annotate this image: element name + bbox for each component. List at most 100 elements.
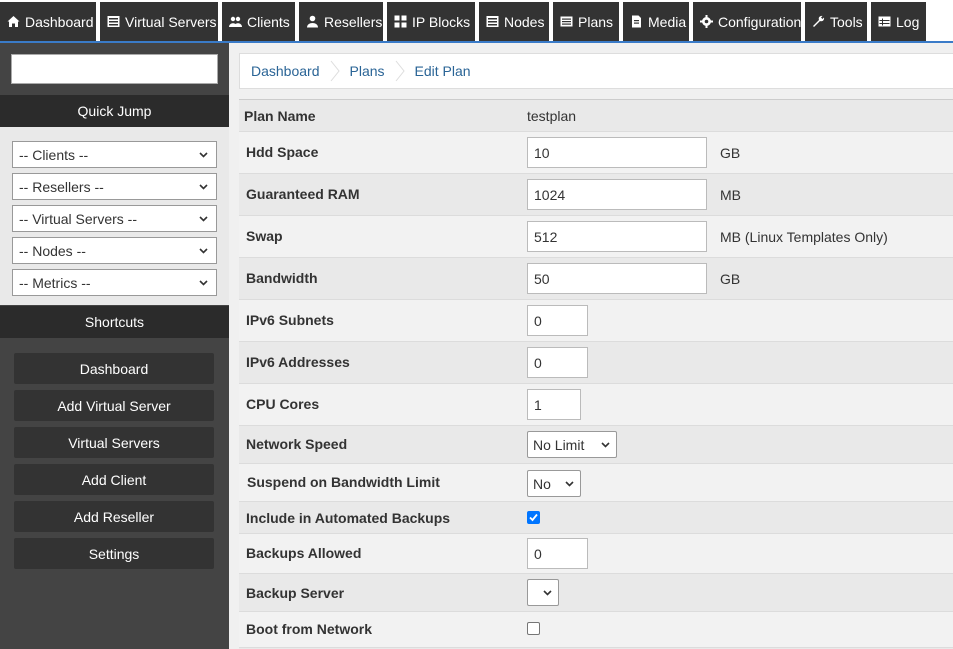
shortcut-virtual-servers-button[interactable]: Virtual Servers bbox=[14, 427, 214, 458]
boot-network-checkbox[interactable] bbox=[527, 622, 540, 635]
shortcut-add-client-button[interactable]: Add Client bbox=[14, 464, 214, 495]
backup-server-select[interactable] bbox=[527, 579, 559, 606]
chevron-down-icon bbox=[543, 590, 552, 596]
top-nav: Dashboard Virtual Servers Clients Resell… bbox=[0, 0, 953, 43]
breadcrumb-separator-icon bbox=[328, 60, 342, 82]
quick-jump-header: Quick Jump bbox=[0, 95, 229, 127]
breadcrumb-separator-icon bbox=[393, 60, 407, 82]
breadcrumb: Dashboard Plans Edit Plan bbox=[239, 53, 953, 89]
nav-tab-label: Log bbox=[896, 13, 920, 30]
breadcrumb-edit-plan-link[interactable]: Edit Plan bbox=[415, 63, 471, 79]
backups-allowed-label: Backups Allowed bbox=[246, 545, 362, 561]
shortcut-add-virtual-server-button[interactable]: Add Virtual Server bbox=[14, 390, 214, 421]
main-content: Dashboard Plans Edit Plan Plan Name test… bbox=[229, 43, 953, 649]
form-row-plan-name: Plan Name testplan bbox=[239, 100, 953, 132]
form-row-cpu-cores: CPU Cores 1 bbox=[239, 384, 953, 426]
suspend-bandwidth-label: Suspend on Bandwidth Limit bbox=[247, 474, 440, 490]
nav-tab-plans[interactable]: Plans bbox=[553, 2, 619, 41]
quick-jump-clients-select[interactable]: -- Clients -- bbox=[12, 141, 217, 168]
nav-tab-log[interactable]: Log bbox=[871, 2, 926, 41]
nav-tab-label: Resellers bbox=[324, 13, 383, 30]
nav-tab-resellers[interactable]: Resellers bbox=[299, 2, 383, 41]
hdd-space-input[interactable]: 10 bbox=[527, 137, 707, 168]
form-row-hdd-space: Hdd Space 10 GB bbox=[239, 132, 953, 174]
chevron-down-icon bbox=[199, 248, 208, 254]
breadcrumb-dashboard-link[interactable]: Dashboard bbox=[251, 63, 320, 79]
checkmark-icon bbox=[529, 513, 538, 522]
suspend-bandwidth-select[interactable]: No bbox=[527, 470, 581, 497]
edit-plan-form: Plan Name testplan Hdd Space 10 GB Guara… bbox=[239, 99, 953, 649]
form-row-swap: Swap 512 MB (Linux Templates Only) bbox=[239, 216, 953, 258]
network-speed-label: Network Speed bbox=[246, 436, 348, 452]
chevron-down-icon bbox=[199, 152, 208, 158]
bandwidth-label: Bandwidth bbox=[246, 270, 318, 286]
select-value: -- Metrics -- bbox=[19, 274, 91, 291]
automated-backups-checkbox[interactable] bbox=[527, 511, 540, 524]
table-icon bbox=[878, 15, 891, 28]
plan-name-label: Plan Name bbox=[244, 108, 316, 124]
nav-tab-label: Media bbox=[648, 13, 687, 30]
quick-jump-nodes-select[interactable]: -- Nodes -- bbox=[12, 237, 217, 264]
bandwidth-input[interactable]: 50 bbox=[527, 263, 707, 294]
guaranteed-ram-label: Guaranteed RAM bbox=[246, 186, 360, 202]
swap-label: Swap bbox=[246, 228, 283, 244]
ipv6-addresses-input[interactable]: 0 bbox=[527, 347, 588, 378]
nav-tab-label: Clients bbox=[247, 13, 290, 30]
chevron-down-icon bbox=[199, 280, 208, 286]
form-row-network-speed: Network Speed No Limit bbox=[239, 426, 953, 464]
form-row-bandwidth: Bandwidth 50 GB bbox=[239, 258, 953, 300]
ipv6-subnets-input[interactable]: 0 bbox=[527, 305, 588, 336]
cpu-cores-label: CPU Cores bbox=[246, 396, 320, 412]
home-icon bbox=[7, 15, 20, 28]
swap-input[interactable]: 512 bbox=[527, 221, 707, 252]
sidebar: Quick Jump -- Clients -- -- Resellers --… bbox=[0, 43, 229, 649]
nav-tab-clients[interactable]: Clients bbox=[222, 2, 295, 41]
nav-tab-label: IP Blocks bbox=[412, 13, 471, 30]
search-input[interactable] bbox=[11, 54, 218, 84]
network-speed-select[interactable]: No Limit bbox=[527, 431, 617, 458]
shortcut-settings-button[interactable]: Settings bbox=[14, 538, 214, 569]
shortcut-add-reseller-button[interactable]: Add Reseller bbox=[14, 501, 214, 532]
guaranteed-ram-unit: MB bbox=[720, 187, 741, 203]
nav-tab-virtual-servers[interactable]: Virtual Servers bbox=[100, 2, 218, 41]
backup-server-label: Backup Server bbox=[246, 585, 345, 601]
nav-tab-label: Dashboard bbox=[25, 13, 94, 30]
guaranteed-ram-input[interactable]: 1024 bbox=[527, 179, 707, 210]
nav-tab-tools[interactable]: Tools bbox=[805, 2, 867, 41]
grid-icon bbox=[394, 15, 407, 28]
chevron-down-icon bbox=[601, 442, 610, 448]
gear-icon bbox=[700, 15, 713, 28]
users-icon bbox=[229, 15, 242, 28]
quick-jump-metrics-select[interactable]: -- Metrics -- bbox=[12, 269, 217, 296]
nav-tab-ip-blocks[interactable]: IP Blocks bbox=[387, 2, 475, 41]
form-row-automated-backups: Include in Automated Backups bbox=[239, 502, 953, 534]
bandwidth-unit: GB bbox=[720, 271, 741, 287]
select-value: -- Virtual Servers -- bbox=[19, 210, 137, 227]
server-icon bbox=[107, 15, 120, 28]
plan-name-value: testplan bbox=[527, 108, 577, 124]
select-value: No Limit bbox=[533, 436, 585, 453]
server-icon bbox=[486, 15, 499, 28]
breadcrumb-plans-link[interactable]: Plans bbox=[350, 63, 385, 79]
form-row-suspend-bandwidth: Suspend on Bandwidth Limit No bbox=[239, 464, 953, 502]
chevron-down-icon bbox=[199, 216, 208, 222]
nav-tab-label: Configuration bbox=[718, 13, 802, 30]
shortcuts-title: Shortcuts bbox=[84, 314, 145, 330]
nav-tab-dashboard[interactable]: Dashboard bbox=[0, 2, 96, 41]
chevron-down-icon bbox=[565, 481, 574, 487]
backups-allowed-input[interactable]: 0 bbox=[527, 538, 588, 569]
nav-tab-nodes[interactable]: Nodes bbox=[479, 2, 549, 41]
nav-tab-label: Virtual Servers bbox=[125, 13, 217, 30]
quick-jump-panel: -- Clients -- -- Resellers -- -- Virtual… bbox=[0, 127, 229, 305]
shortcut-dashboard-button[interactable]: Dashboard bbox=[14, 353, 214, 384]
nav-tab-media[interactable]: Media bbox=[623, 2, 689, 41]
nav-tab-configuration[interactable]: Configuration bbox=[693, 2, 801, 41]
quick-jump-virtual-servers-select[interactable]: -- Virtual Servers -- bbox=[12, 205, 217, 232]
cpu-cores-input[interactable]: 1 bbox=[527, 389, 581, 420]
nav-tab-label: Tools bbox=[830, 13, 863, 30]
quick-jump-title: Quick Jump bbox=[77, 103, 152, 119]
quick-jump-resellers-select[interactable]: -- Resellers -- bbox=[12, 173, 217, 200]
chevron-down-icon bbox=[199, 184, 208, 190]
hdd-space-label: Hdd Space bbox=[246, 144, 319, 160]
ipv6-addresses-label: IPv6 Addresses bbox=[246, 354, 350, 370]
